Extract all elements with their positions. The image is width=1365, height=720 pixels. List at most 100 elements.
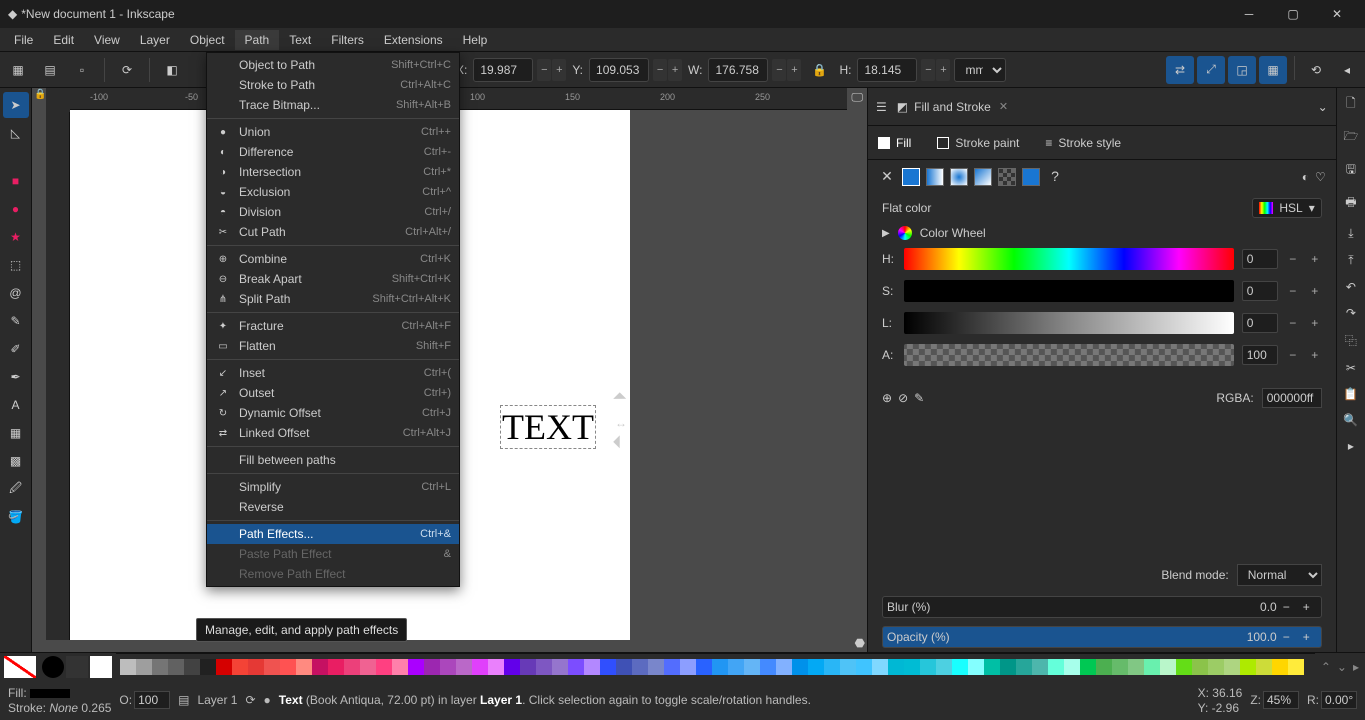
palette-up-icon[interactable]: ⌃ bbox=[1321, 660, 1331, 674]
h-dec[interactable]: − bbox=[1286, 252, 1300, 266]
hole-icon[interactable]: ◐ bbox=[1302, 170, 1309, 184]
palette-swatch[interactable] bbox=[888, 659, 904, 675]
palette-swatch[interactable] bbox=[712, 659, 728, 675]
palette-swatch[interactable] bbox=[1112, 659, 1128, 675]
menu-item-intersection[interactable]: ◑IntersectionCtrl+* bbox=[207, 162, 459, 182]
palette-swatch[interactable] bbox=[488, 659, 504, 675]
palette-swatch[interactable] bbox=[664, 659, 680, 675]
selection-handle[interactable]: ↔ bbox=[615, 416, 627, 430]
flat-color-button[interactable] bbox=[902, 168, 920, 186]
open-icon[interactable]: 🗁 bbox=[1343, 127, 1358, 148]
collapse-icon[interactable]: ◂ bbox=[1333, 56, 1361, 84]
x-input[interactable] bbox=[473, 58, 533, 82]
tab-layers[interactable]: ☰ bbox=[876, 100, 887, 114]
copy-icon[interactable]: ⿻ bbox=[1345, 332, 1357, 349]
palette-swatch[interactable] bbox=[1144, 659, 1160, 675]
cms-icon[interactable]: ⬣ bbox=[855, 636, 865, 650]
menu-item-reverse[interactable]: Reverse bbox=[207, 497, 459, 517]
h-inc[interactable]: + bbox=[1308, 252, 1322, 266]
w-inc[interactable]: + bbox=[787, 59, 801, 81]
a-value[interactable] bbox=[1242, 345, 1278, 365]
snap-icon[interactable]: ⟲ bbox=[1302, 56, 1330, 84]
palette-swatch[interactable] bbox=[1128, 659, 1144, 675]
palette-swatch[interactable] bbox=[1080, 659, 1096, 675]
mesh-tool[interactable]: ▩ bbox=[3, 448, 29, 474]
palette-swatch[interactable] bbox=[872, 659, 888, 675]
h-inc[interactable]: + bbox=[936, 59, 950, 81]
w-input[interactable] bbox=[708, 58, 768, 82]
opacity-inc[interactable]: + bbox=[1303, 630, 1317, 644]
h-dec[interactable]: − bbox=[921, 59, 935, 81]
menu-help[interactable]: Help bbox=[453, 30, 498, 50]
display-popup-icon[interactable]: 🖵 bbox=[851, 90, 863, 105]
palette-swatch[interactable] bbox=[856, 659, 872, 675]
transform-scale-icon[interactable]: ⤢ bbox=[1197, 56, 1225, 84]
pen-tool[interactable]: ✎ bbox=[3, 308, 29, 334]
color-mode-select[interactable]: HSL ▾ bbox=[1252, 198, 1321, 218]
x-dec[interactable]: − bbox=[537, 59, 551, 81]
palette-swatch[interactable] bbox=[120, 659, 136, 675]
x-inc[interactable]: + bbox=[552, 59, 566, 81]
palette-swatch[interactable] bbox=[360, 659, 376, 675]
menu-item-flatten[interactable]: ▭FlattenShift+F bbox=[207, 336, 459, 356]
menu-view[interactable]: View bbox=[84, 30, 130, 50]
palette-down-icon[interactable]: ⌄ bbox=[1337, 660, 1347, 674]
layer-vis-icon[interactable]: ▤ bbox=[178, 693, 189, 707]
palette-swatch[interactable] bbox=[680, 659, 696, 675]
fill-rule-icon[interactable]: ♡ bbox=[1315, 170, 1326, 184]
star-tool[interactable]: ★ bbox=[3, 224, 29, 250]
subtab-fill[interactable]: Fill bbox=[878, 132, 911, 154]
palette-swatch[interactable] bbox=[696, 659, 712, 675]
palette-swatch[interactable] bbox=[1000, 659, 1016, 675]
a-inc[interactable]: + bbox=[1308, 348, 1322, 362]
palette-swatch[interactable] bbox=[952, 659, 968, 675]
transform-corner-icon[interactable]: ◲ bbox=[1228, 56, 1256, 84]
palette-swatch[interactable] bbox=[424, 659, 440, 675]
palette-swatch[interactable] bbox=[440, 659, 456, 675]
palette-swatch[interactable] bbox=[248, 659, 264, 675]
vertical-ruler[interactable] bbox=[46, 110, 70, 640]
palette-swatch[interactable] bbox=[632, 659, 648, 675]
palette-swatch[interactable] bbox=[1208, 659, 1224, 675]
guides-lock-icon[interactable]: 🔒 bbox=[34, 89, 46, 100]
transform-pattern-icon[interactable]: ▦ bbox=[1259, 56, 1287, 84]
menu-item-stroke-to-path[interactable]: Stroke to PathCtrl+Alt+C bbox=[207, 75, 459, 95]
expand-icon[interactable]: ▶ bbox=[882, 228, 890, 239]
shape-builder-tool[interactable] bbox=[3, 148, 29, 166]
palette-swatch[interactable] bbox=[968, 659, 984, 675]
palette-swatch[interactable] bbox=[904, 659, 920, 675]
radial-gradient-button[interactable] bbox=[950, 168, 968, 186]
text-object[interactable]: TEXT bbox=[500, 405, 596, 449]
spiral-tool[interactable]: @ bbox=[3, 280, 29, 306]
palette-swatch[interactable] bbox=[1288, 659, 1304, 675]
palette-swatch[interactable] bbox=[536, 659, 552, 675]
l-inc[interactable]: + bbox=[1308, 316, 1322, 330]
window-maximize[interactable]: ▢ bbox=[1273, 0, 1313, 28]
s-inc[interactable]: + bbox=[1308, 284, 1322, 298]
palette-swatch[interactable] bbox=[392, 659, 408, 675]
palette-swatch[interactable] bbox=[920, 659, 936, 675]
palette-swatch[interactable] bbox=[264, 659, 280, 675]
menu-item-trace-bitmap-[interactable]: Trace Bitmap...Shift+Alt+B bbox=[207, 95, 459, 115]
y-input[interactable] bbox=[589, 58, 649, 82]
dock-menu-icon[interactable]: ⌄ bbox=[1318, 100, 1328, 114]
s-dec[interactable]: − bbox=[1286, 284, 1300, 298]
pattern-button[interactable] bbox=[998, 168, 1016, 186]
w-dec[interactable]: − bbox=[772, 59, 786, 81]
blend-select[interactable]: Normal bbox=[1237, 564, 1322, 586]
palette-swatch[interactable] bbox=[184, 659, 200, 675]
cut-icon[interactable]: ✂ bbox=[1346, 361, 1356, 375]
unknown-button[interactable]: ? bbox=[1046, 168, 1064, 186]
export-icon[interactable]: ⤒ bbox=[1348, 253, 1353, 268]
l-dec[interactable]: − bbox=[1286, 316, 1300, 330]
tab-close-icon[interactable]: ✕ bbox=[999, 100, 1008, 113]
menu-item-fracture[interactable]: ✦FractureCtrl+Alt+F bbox=[207, 316, 459, 336]
l-value[interactable] bbox=[1242, 313, 1278, 333]
menu-edit[interactable]: Edit bbox=[43, 30, 84, 50]
palette-swatch[interactable] bbox=[312, 659, 328, 675]
palette-swatch[interactable] bbox=[168, 659, 184, 675]
menu-item-fill-between-paths[interactable]: Fill between paths bbox=[207, 450, 459, 470]
h-input[interactable] bbox=[857, 58, 917, 82]
palette-swatch[interactable] bbox=[840, 659, 856, 675]
deselect-icon[interactable]: ▫ bbox=[68, 56, 96, 84]
